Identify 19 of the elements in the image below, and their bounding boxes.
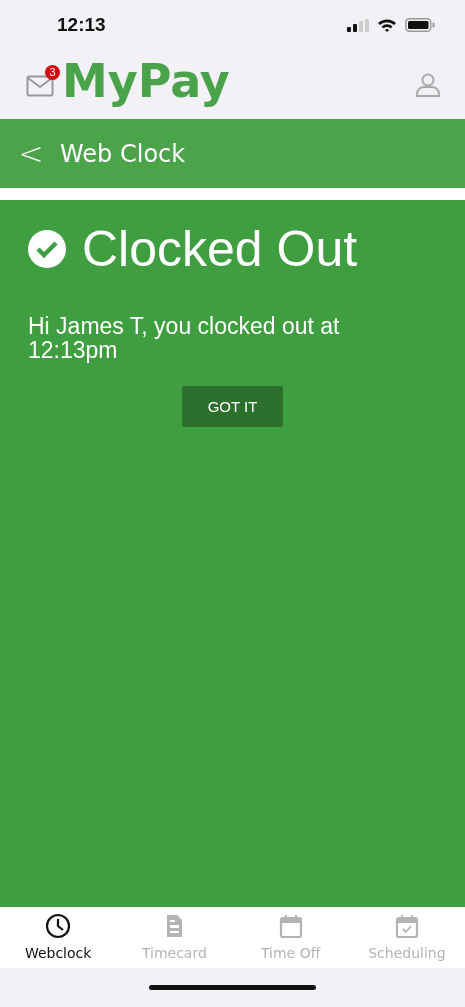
calendar-icon <box>277 913 304 939</box>
tab-item[interactable]: Timecard <box>116 907 233 968</box>
mail-icon[interactable] <box>26 75 54 98</box>
check-circle-icon <box>28 230 66 268</box>
status-time: 12:13 <box>57 12 106 37</box>
tab-item[interactable]: Webclock <box>0 907 117 968</box>
notification-badge: 3 <box>45 64 60 80</box>
status-heading: Clocked Out <box>82 224 358 274</box>
page-title: Web Clock <box>60 138 186 170</box>
signal-icon <box>347 18 369 32</box>
tab-item[interactable]: Time Off <box>232 907 349 968</box>
tab-item[interactable]: Scheduling <box>348 907 465 968</box>
calendar-check-icon <box>393 913 420 939</box>
got-it-button[interactable]: GOT IT <box>182 386 283 428</box>
status-message: Hi James T, you clocked out at 12:13pm <box>28 314 341 363</box>
wifi-icon <box>377 18 397 32</box>
clock-icon <box>45 913 72 939</box>
battery-icon <box>405 18 435 32</box>
back-button[interactable]: < <box>16 138 46 169</box>
